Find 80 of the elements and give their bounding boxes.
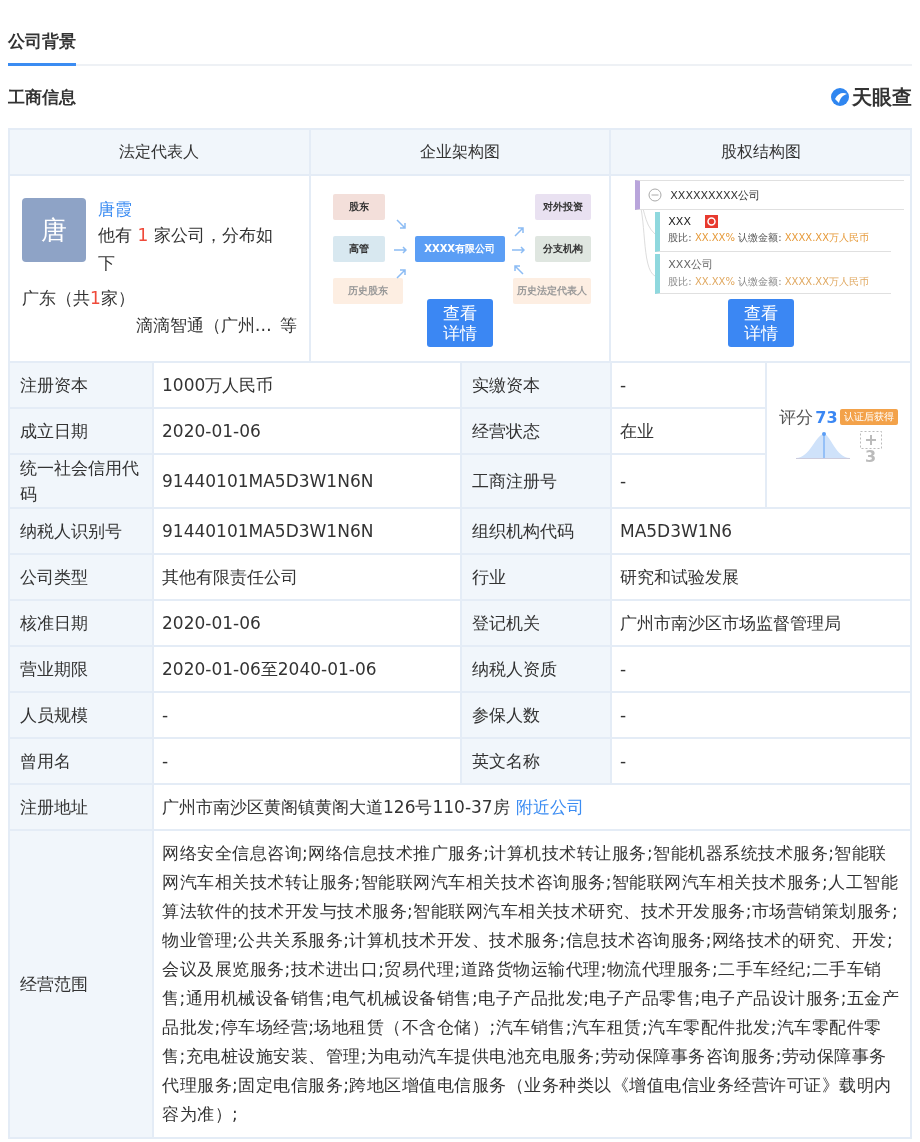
chart-node: 对外投资 [534, 194, 591, 220]
score-value: 73 [815, 407, 838, 427]
field-value: 其他有限责任公司 [154, 555, 460, 599]
chart-node: 分支机构 [534, 236, 591, 262]
field-label: 登记机关 [462, 601, 610, 645]
field-label: 纳税人资质 [462, 647, 610, 691]
arrow-icon [510, 244, 525, 256]
nearby-link[interactable]: 附近公司 [515, 794, 584, 820]
arrow-icon [392, 244, 407, 256]
field-value: - [612, 739, 910, 783]
field-label: 核准日期 [10, 601, 152, 645]
chart-node: 高管 [332, 236, 385, 262]
field-value: MA5D3W1N6 [612, 509, 910, 553]
share-info: 股比: XX.XX% 认缴金额: XXXX.XX万人民币 [668, 275, 871, 289]
field-label: 实缴资本 [462, 363, 610, 407]
field-label: 工商注册号 [462, 455, 610, 507]
column-header: 股权结构图 [611, 130, 910, 174]
field-value: 2020-01-06至2040-01-06 [154, 647, 460, 691]
field-value: 网络安全信息咨询;网络信息技术推广服务;计算机技术转让服务;智能机器系统技术服务;智能联网汽车相关技术转让服务;智能联网汽车相关技术咨询服务;智能联网汽车相关技术服务;人工智能算法软件的技术开发与技术服务;智能联网汽车相关技术研究、技术开发服务;市场营销策划服务;物业管理;公共关系服务;计算机技术开发、技术服务;信息技术咨询服务;网络技术的研究、开发;会议及展览服务;技术进出口;贸易代理;道路货物运输代理;物流代理服务;二手车经纪;二手车销售;通用机械设备销售;电气机械设备销售;电子产品批发;电子产品零售;电子产品设计服务;五金产品批发;停车场经营;场地租赁（不含仓储）;汽车销售;汽车租赁;汽车零配件批发;汽车零配件零售;充电桩设施安装、管理;为电动汽车提供电池充电服务;劳动保障事务咨询服务;劳动保障事务代理服务;固定电信服务;跨地区增值电信服务（业务种类以《增值电信业务经营许可证》载明内容为准）; [154, 831, 910, 1137]
field-value: 2020-01-06 [154, 409, 460, 453]
field-label: 曾用名 [10, 739, 152, 783]
field-value: - [612, 693, 910, 737]
field-value: 2020-01-06 [154, 601, 460, 645]
field-value: - [612, 363, 765, 407]
field-value: 91440101MA5D3W1N6N [154, 455, 460, 507]
chart-node: 股东 [332, 194, 385, 220]
field-label: 公司类型 [10, 555, 152, 599]
logo-text: 天眼查 [852, 83, 912, 111]
field-value: - [612, 647, 910, 691]
field-label: 成立日期 [10, 409, 152, 453]
field-value: 广州市南沙区黄阁镇黄阁大道126号110-37房 [162, 796, 510, 819]
person-name-link[interactable]: 唐霞 [98, 198, 288, 221]
chart-node: 历史法定代表人 [512, 278, 591, 304]
score-count: 3 [864, 448, 877, 465]
shareholder-name: XXX [668, 215, 691, 228]
field-value: 在业 [612, 409, 765, 453]
logo-icon [830, 87, 850, 107]
field-value: 研究和试验发展 [612, 555, 910, 599]
field-label: 参保人数 [462, 693, 610, 737]
share-info: 股比: XX.XX% 认缴金额: XXXX.XX万人民币 [668, 231, 871, 245]
score-label: 评分 [779, 405, 814, 429]
view-details-button[interactable]: 查看详情 [727, 299, 794, 347]
field-value: - [154, 693, 460, 737]
region-text: 广东（共1家） [21, 287, 136, 310]
verify-badge: 认证后获得 [839, 409, 898, 425]
shareholder-name: XXX公司 [668, 257, 713, 272]
arrow-icon [512, 226, 527, 238]
field-value: 广州市南沙区市场监督管理局 [612, 601, 910, 645]
arrow-icon [394, 268, 409, 280]
field-value: 1000万人民币 [154, 363, 460, 407]
tab[interactable]: 公司背景 [8, 22, 76, 66]
plus-icon[interactable] [859, 430, 882, 449]
section-title: 工商信息 [8, 85, 76, 109]
field-label: 人员规模 [10, 693, 152, 737]
field-label: 注册资本 [10, 363, 152, 407]
field-label: 英文名称 [462, 739, 610, 783]
collapse-icon[interactable] [648, 188, 663, 202]
column-header: 企业架构图 [310, 130, 610, 174]
arrow-icon [394, 218, 409, 230]
company-count-text: 他有 1 家公司，分布如下 [98, 224, 274, 275]
field-value: - [612, 455, 765, 507]
field-label: 注册地址 [10, 785, 152, 829]
field-label: 统一社会信用代码 [10, 455, 152, 507]
field-label: 行业 [462, 555, 610, 599]
company-name: XXXXXXXXX公司 [670, 187, 761, 203]
column-header: 法定代表人 [10, 130, 309, 174]
more-text: 等 [279, 314, 297, 337]
field-value: - [154, 739, 460, 783]
company-name: 滴滴智通（广州… [135, 314, 272, 337]
field-label: 营业期限 [10, 647, 152, 691]
bell-curve-icon [795, 430, 850, 459]
chart-node: XXXX有限公司 [414, 236, 505, 262]
view-details-button[interactable]: 查看详情 [427, 299, 493, 347]
chart-node: 历史股东 [332, 278, 403, 304]
field-label: 纳税人识别号 [10, 509, 152, 553]
field-label: 经营状态 [462, 409, 610, 453]
field-label: 组织机构代码 [462, 509, 610, 553]
field-value: 91440101MA5D3W1N6N [154, 509, 460, 553]
field-label: 经营范围 [10, 831, 152, 1137]
avatar: 唐 [22, 198, 86, 262]
